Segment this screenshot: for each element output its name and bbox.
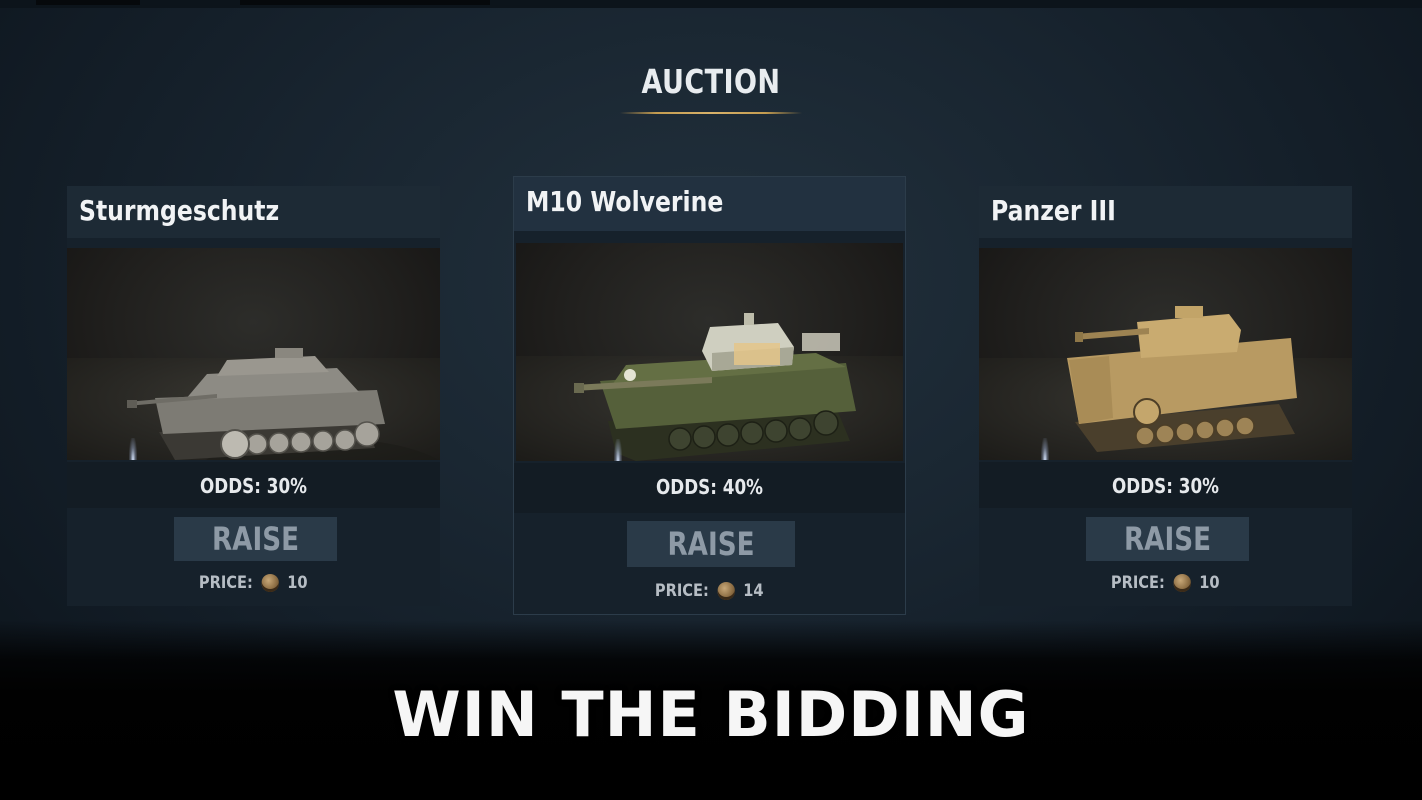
card-name-bar: Sturmgeschutz bbox=[67, 186, 440, 238]
tank-image bbox=[979, 248, 1352, 460]
odds-label: ODDS: 40% bbox=[655, 475, 764, 499]
raise-button-label: RAISE bbox=[1123, 520, 1212, 558]
light-glow bbox=[1041, 438, 1049, 460]
light-glow bbox=[129, 438, 137, 460]
auction-screen: AUCTION Sturmgeschutz ODDS: 30% RAISE PR… bbox=[0, 0, 1422, 800]
coin-icon bbox=[1173, 574, 1191, 592]
price-row: PRICE: 10 bbox=[979, 573, 1352, 593]
odds-label: ODDS: 30% bbox=[1111, 474, 1220, 498]
price-value: 14 bbox=[743, 581, 764, 601]
auction-card-m10-wolverine: M10 Wolverine ODDS: 40% RAISE PRICE: 14 bbox=[514, 177, 905, 614]
card-name-bar: Panzer III bbox=[979, 186, 1352, 238]
raise-button[interactable]: RAISE bbox=[627, 521, 795, 567]
coin-icon bbox=[261, 574, 279, 592]
promo-caption: WIN THE BIDDING bbox=[392, 678, 1030, 751]
tank-name: Panzer III bbox=[991, 194, 1116, 227]
coin-icon bbox=[717, 582, 735, 600]
tank-name: Sturmgeschutz bbox=[79, 194, 280, 227]
raise-button[interactable]: RAISE bbox=[1086, 517, 1249, 561]
auction-card-sturmgeschutz: Sturmgeschutz ODDS: 30% RAISE PRICE: 10 bbox=[67, 186, 440, 606]
raise-button-label: RAISE bbox=[211, 520, 300, 558]
tank-name: M10 Wolverine bbox=[526, 185, 724, 218]
raise-button-label: RAISE bbox=[667, 525, 755, 563]
tank-sturmgeschutz-icon bbox=[127, 348, 439, 460]
price-label: PRICE: bbox=[655, 581, 710, 601]
price-label: PRICE: bbox=[1111, 573, 1166, 593]
page-title: AUCTION bbox=[641, 62, 781, 101]
top-strip bbox=[0, 0, 1422, 8]
auction-card-panzer-iii: Panzer III ODDS: 30% RAISE PRICE: 10 bbox=[979, 186, 1352, 606]
price-value: 10 bbox=[287, 573, 308, 593]
odds-label: ODDS: 30% bbox=[199, 474, 308, 498]
odds-row: ODDS: 30% bbox=[979, 462, 1352, 508]
title-underline bbox=[620, 112, 802, 114]
raise-button[interactable]: RAISE bbox=[174, 517, 337, 561]
tank-panzer-iii-icon bbox=[1067, 306, 1297, 452]
tank-m10-wolverine-icon bbox=[574, 313, 856, 461]
price-label: PRICE: bbox=[199, 573, 254, 593]
odds-row: ODDS: 40% bbox=[514, 463, 905, 513]
odds-row: ODDS: 30% bbox=[67, 462, 440, 508]
tank-image bbox=[67, 248, 440, 460]
tank-image bbox=[516, 243, 903, 461]
card-name-bar: M10 Wolverine bbox=[514, 177, 905, 231]
light-glow bbox=[614, 439, 622, 461]
price-value: 10 bbox=[1199, 573, 1220, 593]
price-row: PRICE: 14 bbox=[514, 581, 905, 601]
price-row: PRICE: 10 bbox=[67, 573, 440, 593]
